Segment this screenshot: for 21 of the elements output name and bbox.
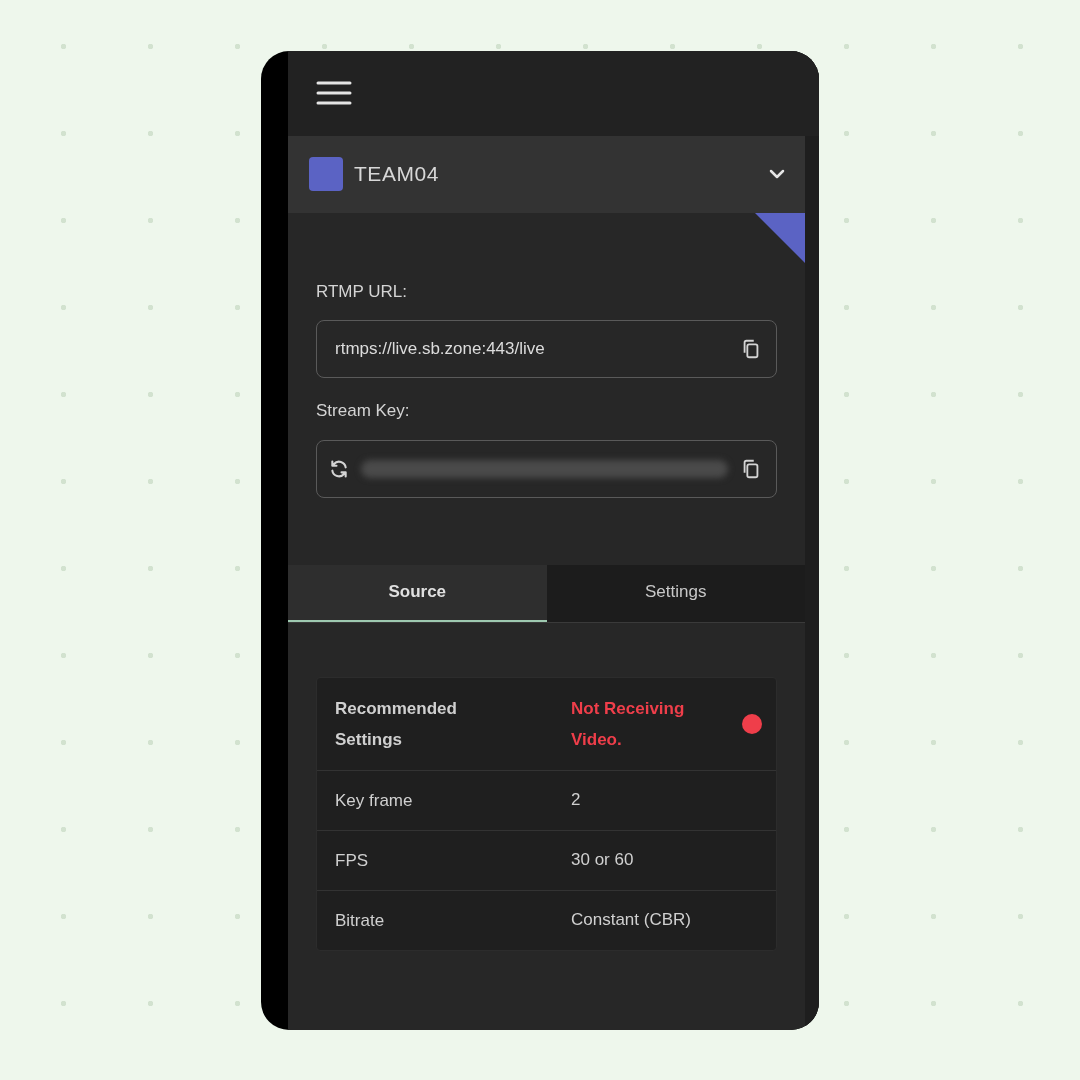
row-value: 2 [571, 789, 582, 812]
chevron-down-icon [769, 169, 785, 179]
stream-key-label: Stream Key: [316, 400, 411, 422]
corner-triangle-icon [755, 212, 805, 263]
status-text: Not Receiving Video. [571, 697, 686, 751]
row-label: Key frame [335, 789, 414, 812]
rtmp-url-label: RTMP URL: [316, 280, 408, 303]
row-label: Bitrate [335, 909, 386, 932]
refresh-icon[interactable] [329, 458, 349, 479]
team-selector[interactable]: TEAM04 [288, 135, 805, 213]
rtmp-url-value: rtmps://live.sb.zone:443/live [335, 338, 546, 361]
row-value: 30 or 60 [571, 849, 635, 872]
tab[interactable]: Settings [546, 564, 805, 622]
menu-icon[interactable] [316, 80, 352, 106]
row-label: FPS [335, 849, 370, 872]
tab[interactable]: Source [288, 564, 547, 622]
row-label: Recommended Settings [335, 697, 458, 751]
team-name: TEAM04 [354, 161, 440, 188]
rtmp-url-field[interactable]: rtmps://live.sb.zone:443/live [316, 320, 777, 378]
row-value: Constant (CBR) [571, 909, 692, 932]
stream-key-field[interactable] [316, 439, 777, 498]
